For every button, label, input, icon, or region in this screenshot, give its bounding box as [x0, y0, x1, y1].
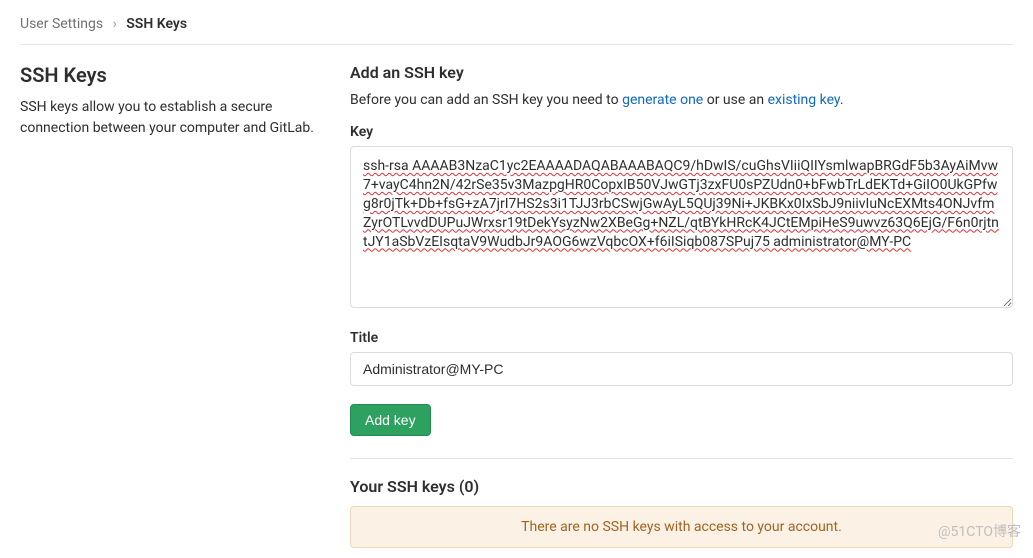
page-description: SSH keys allow you to establish a secure…	[20, 97, 330, 139]
title-input[interactable]	[350, 352, 1013, 386]
generate-one-link[interactable]: generate one	[622, 92, 703, 108]
existing-key-link[interactable]: existing key	[768, 92, 840, 108]
key-textarea[interactable]: ssh-rsa AAAAB3NzaC1yc2EAAAADAQABAAABAQC9…	[350, 146, 1013, 308]
breadcrumb-root[interactable]: User Settings	[20, 16, 103, 32]
your-keys-count: 0	[464, 477, 473, 496]
empty-keys-alert: There are no SSH keys with access to you…	[350, 506, 1013, 548]
intro-text-mid: or use an	[703, 92, 767, 108]
breadcrumb: User Settings › SSH Keys	[20, 10, 1013, 45]
your-keys-heading: Your SSH keys (0)	[350, 477, 1013, 496]
add-key-intro: Before you can add an SSH key you need t…	[350, 92, 1013, 108]
title-label: Title	[350, 330, 1013, 346]
your-keys-suffix: )	[474, 477, 480, 496]
settings-description-panel: SSH Keys SSH keys allow you to establish…	[20, 63, 350, 548]
add-key-heading: Add an SSH key	[350, 63, 1013, 82]
section-divider	[350, 458, 1013, 459]
breadcrumb-separator: ›	[113, 16, 117, 32]
add-key-button[interactable]: Add key	[350, 404, 431, 436]
watermark: @51CTO博客	[938, 521, 1021, 541]
intro-text-after: .	[840, 92, 844, 108]
your-keys-prefix: Your SSH keys (	[350, 477, 464, 496]
intro-text-before: Before you can add an SSH key you need t…	[350, 92, 622, 108]
page-title: SSH Keys	[20, 63, 330, 87]
key-label: Key	[350, 124, 1013, 140]
breadcrumb-current: SSH Keys	[126, 16, 187, 32]
